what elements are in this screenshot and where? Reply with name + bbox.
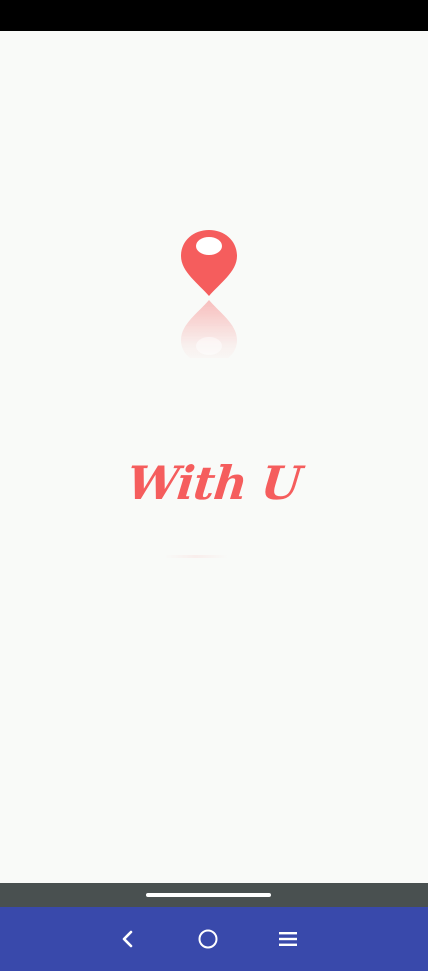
app-logo	[177, 228, 241, 358]
location-pin-reflection	[181, 300, 237, 358]
back-button[interactable]	[112, 923, 144, 955]
chevron-left-icon	[122, 930, 133, 948]
navigation-bar	[0, 907, 428, 971]
home-button[interactable]	[192, 923, 224, 955]
gesture-handle[interactable]	[146, 893, 271, 897]
circle-home-icon	[198, 929, 218, 949]
gesture-bar	[0, 883, 428, 907]
hamburger-menu-icon	[279, 932, 297, 946]
app-title: With U	[124, 456, 304, 510]
status-bar	[0, 0, 428, 31]
menu-button[interactable]	[272, 923, 304, 955]
app-title-reflection	[164, 555, 228, 558]
location-pin-icon	[181, 230, 237, 296]
